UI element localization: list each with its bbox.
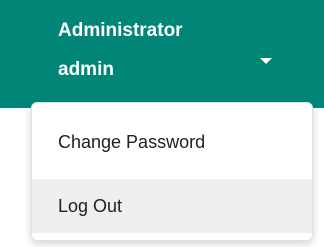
caret-down-icon[interactable] <box>260 58 272 64</box>
app-viewport: Administrator admin Change Password Log … <box>0 0 324 247</box>
header-bar: Administrator admin <box>0 0 324 108</box>
change-password-menu-item[interactable]: Change Password <box>32 115 312 169</box>
user-dropdown-menu: Change Password Log Out <box>31 102 313 241</box>
user-menu-toggle[interactable]: Administrator admin <box>58 12 298 98</box>
user-display-name: Administrator <box>58 20 183 41</box>
log-out-menu-item[interactable]: Log Out <box>32 179 312 233</box>
user-username: admin <box>58 59 114 80</box>
